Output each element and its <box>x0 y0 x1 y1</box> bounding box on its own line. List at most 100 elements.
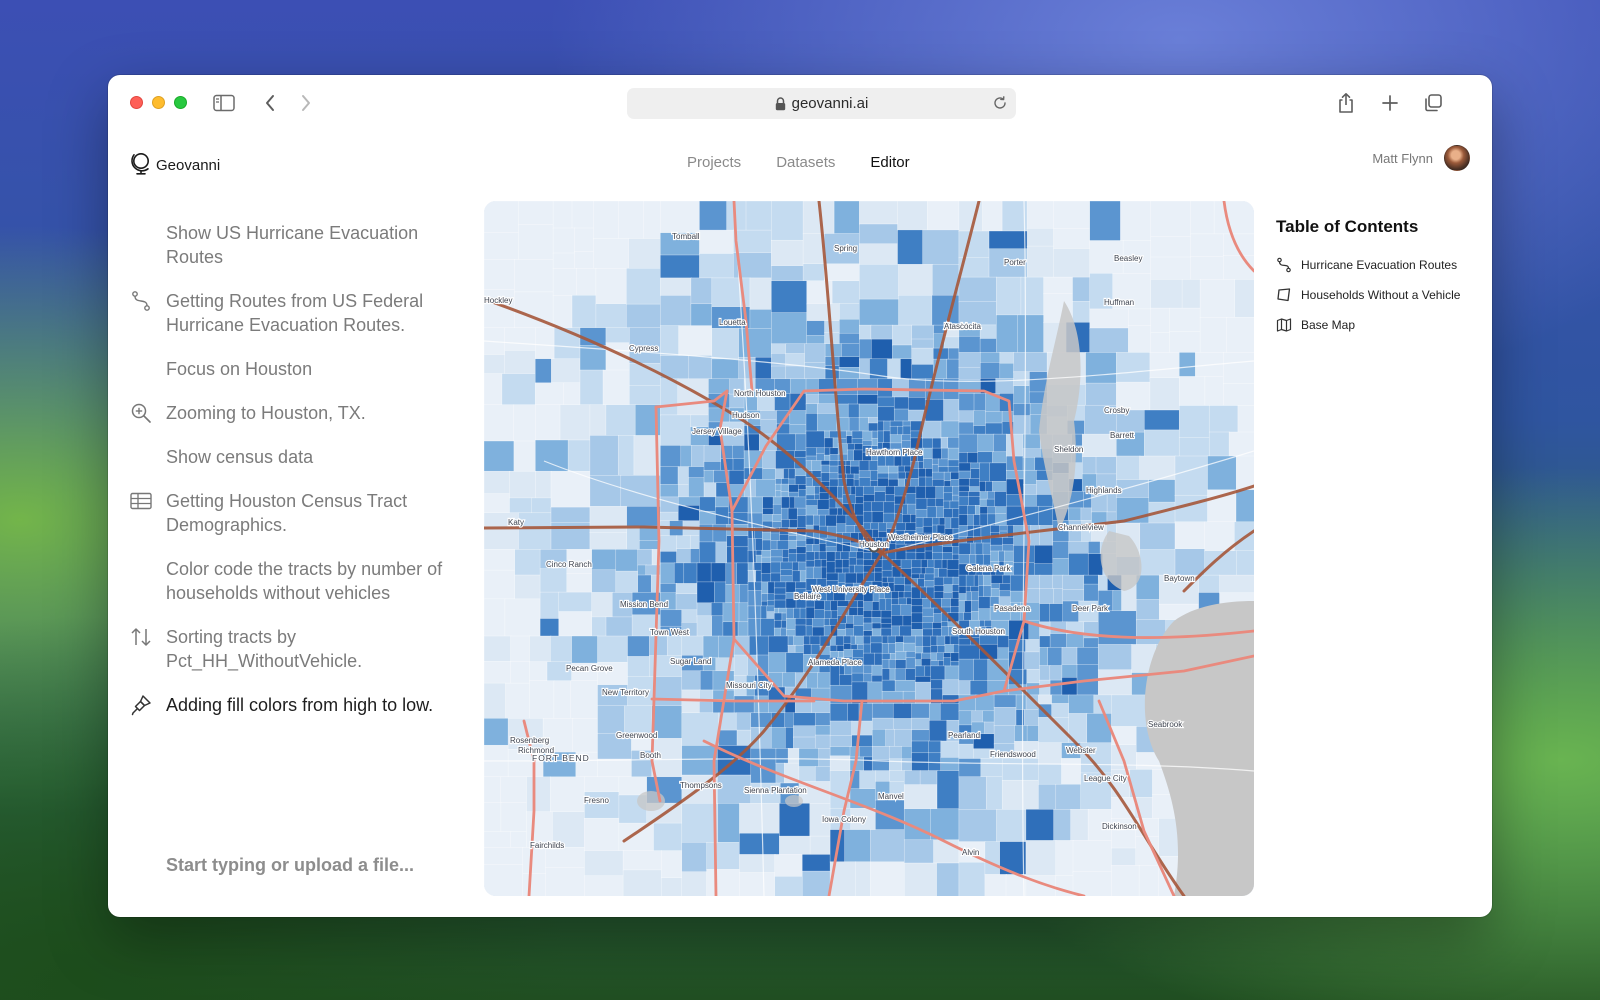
nav-projects[interactable]: Projects <box>687 154 741 171</box>
census-tract <box>1053 588 1064 605</box>
census-tract <box>833 201 861 235</box>
census-tract <box>863 617 873 624</box>
census-tract <box>979 324 998 340</box>
census-tract <box>911 703 931 719</box>
census-tract <box>690 277 713 305</box>
census-tract <box>781 519 791 529</box>
census-tract <box>958 542 972 556</box>
census-tract <box>683 562 698 585</box>
census-tract <box>677 496 701 507</box>
census-tract <box>1174 548 1206 576</box>
census-tract <box>1070 809 1089 842</box>
census-tract <box>1150 236 1192 258</box>
close-window-button[interactable] <box>130 96 143 109</box>
census-tract <box>895 659 907 670</box>
census-tract <box>982 201 1003 232</box>
map-view[interactable]: Tomball Spring Porter Hockley Cypress Louetta… <box>484 201 1254 896</box>
census-tract <box>738 602 749 623</box>
census-tract <box>958 861 986 896</box>
census-tract <box>889 420 904 428</box>
census-tract <box>911 612 924 624</box>
census-tract <box>1026 245 1055 279</box>
census-tract <box>1026 668 1041 684</box>
tab-overview-icon[interactable] <box>1419 89 1447 117</box>
zoom-window-button[interactable] <box>174 96 187 109</box>
census-tract <box>1014 725 1028 743</box>
census-tract <box>809 835 831 856</box>
census-tract <box>902 503 909 516</box>
census-tract <box>1089 308 1130 329</box>
forward-icon[interactable] <box>292 89 320 117</box>
place-label: Dickinson <box>1102 822 1137 831</box>
census-tract <box>793 635 805 646</box>
nav-datasets[interactable]: Datasets <box>776 154 835 171</box>
houston-choropleth-map[interactable]: Tomball Spring Porter Hockley Cypress Louetta… <box>484 201 1254 896</box>
census-tract <box>905 651 917 659</box>
place-label: Channelview <box>1058 523 1104 532</box>
census-tract <box>747 549 757 564</box>
share-icon[interactable] <box>1332 89 1360 117</box>
toc-item-base-map[interactable]: Base Map <box>1276 317 1476 333</box>
app-logo[interactable]: Geovanni <box>130 151 220 179</box>
census-tract <box>653 822 683 852</box>
user-menu[interactable]: Matt Flynn <box>1372 145 1470 171</box>
census-tract <box>749 277 773 311</box>
census-tract <box>937 466 949 473</box>
census-tract <box>979 481 987 493</box>
minimize-window-button[interactable] <box>152 96 165 109</box>
census-tract <box>798 766 817 783</box>
census-tract <box>870 829 906 863</box>
census-tract <box>863 485 876 496</box>
census-tract <box>887 358 902 380</box>
nav-editor[interactable]: Editor <box>870 154 909 171</box>
census-tract <box>905 551 917 561</box>
census-tract <box>736 729 752 747</box>
census-tract <box>739 803 781 835</box>
census-tract <box>620 475 662 508</box>
census-tract <box>878 598 887 612</box>
census-tract <box>1051 694 1070 705</box>
back-icon[interactable] <box>256 89 284 117</box>
new-tab-icon[interactable] <box>1376 89 1404 117</box>
place-label: Highlands <box>1086 486 1122 495</box>
toc-item-households[interactable]: Households Without a Vehicle <box>1276 287 1476 303</box>
census-tract <box>930 652 938 662</box>
reload-icon[interactable] <box>992 95 1008 111</box>
census-tract <box>1235 455 1254 491</box>
census-tract <box>710 602 724 617</box>
census-tract <box>870 635 884 644</box>
census-tract <box>1015 709 1026 727</box>
census-tract <box>871 746 891 761</box>
place-label: Louetta <box>719 318 746 327</box>
census-tract <box>550 470 591 509</box>
census-tract <box>1097 669 1133 696</box>
chat-input[interactable]: Start typing or upload a file... <box>166 855 414 876</box>
census-tract <box>914 665 926 678</box>
census-tract <box>1144 429 1181 457</box>
census-tract <box>852 649 865 659</box>
census-tract <box>992 481 1008 493</box>
census-tract <box>545 847 586 869</box>
census-tract <box>942 546 954 554</box>
avatar[interactable] <box>1444 145 1470 171</box>
census-tract <box>703 469 715 484</box>
census-tract <box>843 649 854 658</box>
census-tract <box>848 551 858 559</box>
census-tract <box>856 558 865 566</box>
census-tract <box>484 660 512 684</box>
census-tract <box>755 554 763 564</box>
census-tract <box>846 478 855 488</box>
census-tract <box>863 610 873 619</box>
census-tract <box>793 736 817 750</box>
census-tract <box>550 635 573 663</box>
census-tract <box>805 499 819 507</box>
sidebar-toggle-icon[interactable] <box>210 89 238 117</box>
census-tract <box>874 485 887 493</box>
census-tract <box>484 802 502 833</box>
census-tract <box>932 464 940 473</box>
toc-item-evacuation-routes[interactable]: Hurricane Evacuation Routes <box>1276 257 1476 273</box>
address-bar[interactable]: geovanni.ai <box>627 88 1016 119</box>
census-tract <box>871 511 885 524</box>
census-tract <box>904 584 913 593</box>
census-tract <box>812 618 825 628</box>
